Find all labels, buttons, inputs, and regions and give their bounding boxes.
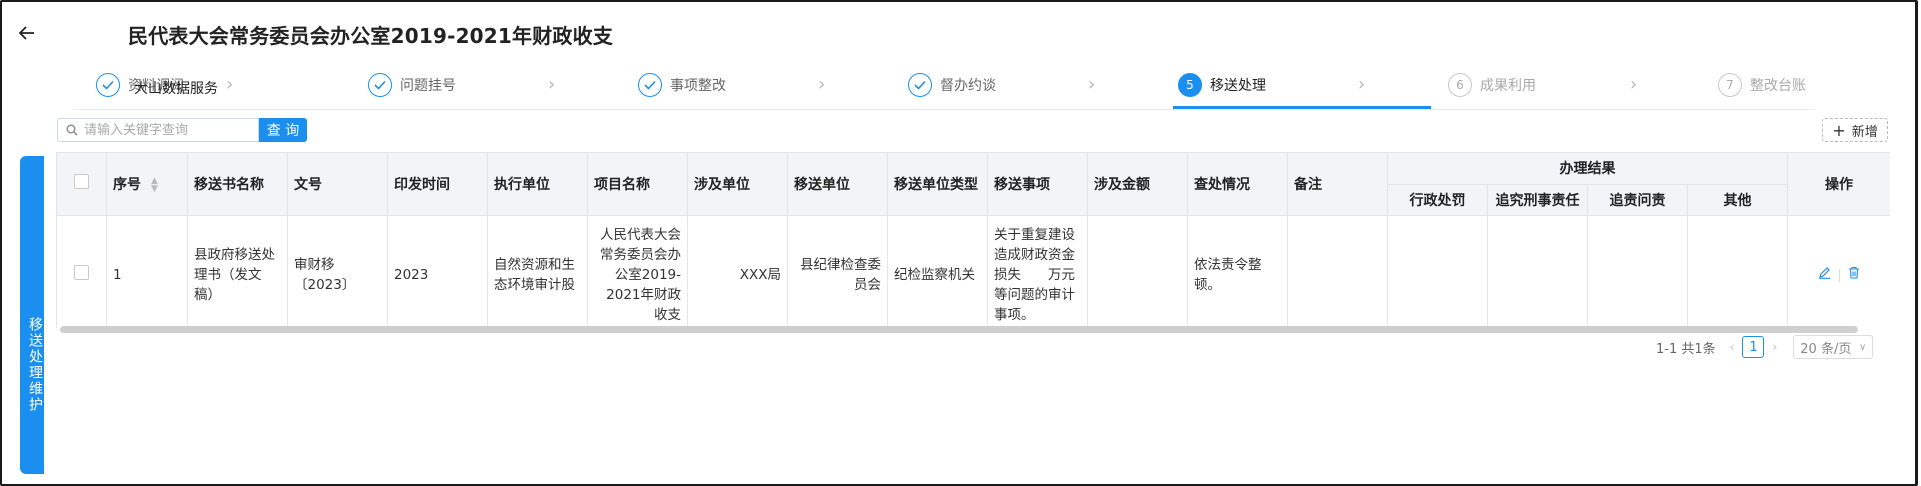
chevron-right-icon: › [1088, 74, 1096, 95]
cell-involved-unit: XXX局 [687, 214, 788, 328]
select-all-checkbox[interactable] [74, 174, 89, 190]
edit-icon[interactable] [1818, 265, 1831, 285]
chevron-right-icon: › [1358, 74, 1366, 95]
add-button-label: 新增 [1851, 124, 1878, 140]
page-number-current[interactable]: 1 [1742, 336, 1765, 358]
next-page-icon[interactable]: › [1772, 340, 1777, 354]
cell-amount [1087, 214, 1188, 328]
check-icon [96, 73, 120, 97]
chevron-right-icon: › [226, 74, 234, 95]
check-icon [638, 73, 662, 97]
cell-admin-penalty [1387, 214, 1488, 328]
cell-transfer-item: 关于重复建设造成财政资金损失 万元等问题的审计事项。 [987, 214, 1088, 328]
transfer-table: 序号 ▲ ▼ 移送书名称 文号 印发时间 执行单位 项目名称 涉及单位 移送单位 移… [56, 152, 1890, 328]
col-header-remark: 备注 [1287, 153, 1388, 216]
chevron-right-icon: › [548, 74, 556, 95]
chevron-down-icon: ∨ [1858, 341, 1867, 353]
col-group-result: 办理结果 [1387, 153, 1788, 185]
step-2[interactable]: 问题挂号 [368, 72, 456, 98]
col-header-doc-name: 移送书名称 [187, 153, 288, 216]
back-arrow-icon[interactable] [14, 20, 40, 46]
cell-exec-unit: 自然资源和生态环境审计股 [487, 214, 588, 328]
col-header-index[interactable]: 序号 ▲ ▼ [106, 153, 188, 216]
step-number: 5 [1178, 73, 1202, 97]
search-input[interactable] [84, 122, 244, 138]
col-header-ops: 操作 [1787, 153, 1890, 216]
step-6[interactable]: 6 成果利用 [1448, 72, 1536, 98]
select-all-header [56, 153, 107, 216]
overlay-label: 大山数据服务 [134, 81, 218, 97]
check-icon [908, 73, 932, 97]
pagination-summary: 1-1 共1条 [1656, 341, 1716, 357]
page-title: 民代表大会常务委员会办公室2019-2021年财政收支 [128, 24, 614, 48]
chevron-right-icon: › [818, 74, 826, 95]
plus-icon: + [1832, 120, 1846, 140]
row-select-cell [56, 214, 107, 328]
cell-transfer-unit: 县纪律检查委员会 [787, 214, 888, 328]
prev-page-icon[interactable]: ‹ [1730, 340, 1735, 354]
step-bar: 资料调阅 › 问题挂号 › 事项整改 › 督办约谈 › 5 移送处理 › 6 成… [74, 64, 1814, 110]
col-header-transfer-unit-type: 移送单位类型 [887, 153, 988, 216]
step-label: 成果利用 [1480, 78, 1536, 94]
page-size-select[interactable]: 20 条/页 ∨ [1793, 335, 1874, 359]
cell-handling: 依法责令整顿。 [1187, 214, 1288, 328]
active-step-underline [1173, 106, 1431, 109]
add-button[interactable]: + 新增 [1822, 118, 1888, 142]
chevron-right-icon: › [1630, 74, 1638, 95]
cell-project: 人民代表大会常务委员会办公室2019-2021年财政收支 [587, 214, 688, 328]
cell-transfer-unit-type: 纪检监察机关 [887, 214, 988, 328]
horizontal-scrollbar[interactable] [60, 326, 1858, 333]
cell-index: 1 [106, 214, 188, 328]
cell-issue-time: 2023 [387, 214, 488, 328]
col-header-project: 项目名称 [587, 153, 688, 216]
row-checkbox[interactable] [74, 264, 89, 280]
cell-ops [1787, 214, 1890, 328]
step-4[interactable]: 督办约谈 [908, 72, 996, 98]
col-header-criminal: 追究刑事责任 [1487, 184, 1588, 216]
col-header-other: 其他 [1687, 184, 1788, 216]
col-header-transfer-item: 移送事项 [987, 153, 1088, 216]
col-header-amount: 涉及金额 [1087, 153, 1188, 216]
step-label: 整改台账 [1750, 78, 1806, 94]
col-header-accountability: 追责问责 [1587, 184, 1688, 216]
page-size-value: 20 条/页 [1800, 341, 1852, 357]
step-number: 7 [1718, 73, 1742, 97]
search-box [57, 118, 259, 142]
step-3[interactable]: 事项整改 [638, 72, 726, 98]
cell-doc-no: 审财移〔2023〕 [287, 214, 388, 328]
sort-icon[interactable]: ▲ ▼ [151, 176, 158, 193]
cell-accountability [1587, 214, 1688, 328]
table-row: 1 县政府移送处理书（发文稿） 审财移〔2023〕 2023 自然资源和生态环境… [56, 214, 1890, 328]
cell-remark [1287, 214, 1388, 328]
cell-criminal [1487, 214, 1588, 328]
col-header-exec-unit: 执行单位 [487, 153, 588, 216]
cell-doc-name: 县政府移送处理书（发文稿） [187, 214, 288, 328]
col-header-issue-time: 印发时间 [387, 153, 488, 216]
step-label: 移送处理 [1210, 78, 1266, 94]
step-5[interactable]: 5 移送处理 [1178, 72, 1266, 98]
col-header-admin-penalty: 行政处罚 [1387, 184, 1488, 216]
divider [1839, 268, 1840, 282]
pagination: 1-1 共1条 ‹ 1 › 20 条/页 ∨ [1656, 335, 1874, 359]
delete-icon[interactable] [1848, 265, 1860, 285]
search-icon [66, 121, 78, 140]
step-label: 督办约谈 [940, 78, 996, 94]
step-7[interactable]: 7 整改台账 [1718, 72, 1806, 98]
col-header-doc-no: 文号 [287, 153, 388, 216]
col-header-involved-unit: 涉及单位 [687, 153, 788, 216]
col-header-handling: 查处情况 [1187, 153, 1288, 216]
side-tab-label: 移送处理维护 [27, 317, 43, 413]
col-header-transfer-unit: 移送单位 [787, 153, 888, 216]
side-tab-transfer-maintenance[interactable]: 移送处理维护 [20, 156, 44, 474]
step-label: 问题挂号 [400, 78, 456, 94]
search-button[interactable]: 查 询 [259, 118, 307, 142]
cell-other [1687, 214, 1788, 328]
step-number: 6 [1448, 73, 1472, 97]
check-icon [368, 73, 392, 97]
step-label: 事项整改 [670, 78, 726, 94]
